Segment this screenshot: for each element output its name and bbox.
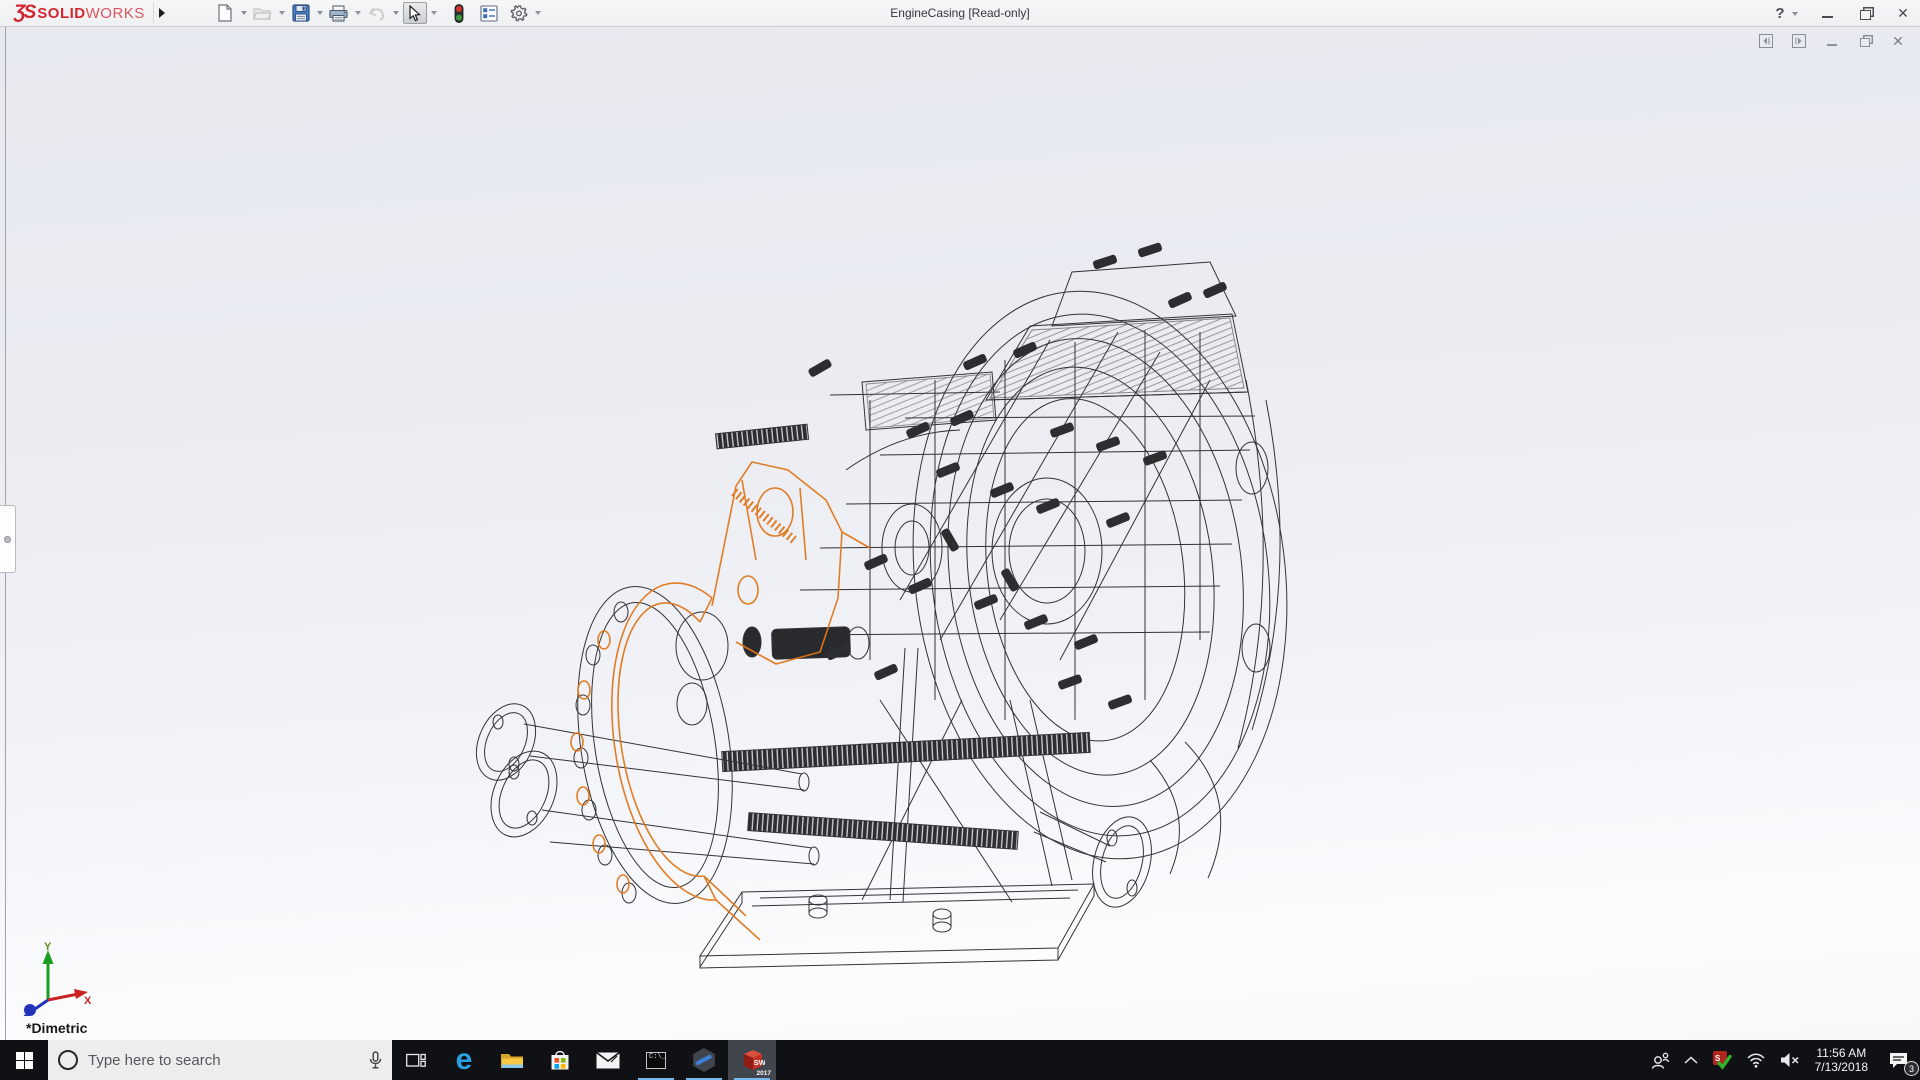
select-tool-dropdown[interactable] <box>429 2 439 24</box>
taskbar-hexagon-app-button[interactable] <box>680 1040 728 1080</box>
speaker-muted-icon <box>1780 1052 1800 1068</box>
document-restore-button[interactable] <box>1857 33 1873 49</box>
taskbar-file-explorer-button[interactable] <box>488 1040 536 1080</box>
rebuild-button[interactable] <box>447 2 471 24</box>
solidworks-logo: ƷS SOLID WORKS <box>0 0 153 27</box>
file-properties-icon <box>480 5 498 22</box>
panel-tab-dot <box>4 536 11 543</box>
document-minimize-button[interactable] <box>1824 33 1840 49</box>
hexagon-app-icon <box>692 1048 716 1072</box>
clock-time: 11:56 AM <box>1816 1046 1866 1060</box>
windows-logo-icon <box>16 1052 33 1069</box>
print-dropdown[interactable] <box>353 2 363 24</box>
wireframe-model[interactable] <box>0 27 1920 1040</box>
store-icon <box>550 1050 570 1071</box>
triad-x-label: X <box>84 995 92 1007</box>
engine-casing-wireframe <box>465 242 1318 968</box>
save-dropdown[interactable] <box>315 2 325 24</box>
open-dropdown[interactable] <box>277 2 287 24</box>
app-window-controls: ? ✕ <box>1771 0 1912 27</box>
action-center-button[interactable]: 3 <box>1876 1040 1920 1080</box>
taskbar-store-button[interactable] <box>536 1040 584 1080</box>
task-view-button[interactable] <box>392 1040 440 1080</box>
options-dropdown[interactable] <box>533 2 543 24</box>
help-dropdown[interactable] <box>1792 12 1798 16</box>
undo-dropdown[interactable] <box>391 2 401 24</box>
orientation-triad: Y X <box>14 940 94 1016</box>
rebuild-traffic-light-icon <box>454 4 464 23</box>
solidworks-tray-button[interactable]: S <box>1705 1040 1739 1080</box>
open-button[interactable] <box>251 2 275 24</box>
taskbar-search[interactable] <box>48 1040 392 1080</box>
new-document-button[interactable] <box>213 2 237 24</box>
edge-icon: e <box>456 1046 473 1074</box>
graphics-viewport[interactable]: ✕ Y X *Dimetric <box>0 27 1920 1040</box>
undo-button[interactable] <box>365 2 389 24</box>
help-button[interactable]: ? <box>1771 5 1789 23</box>
triad-y-label: Y <box>44 941 52 953</box>
people-icon <box>1651 1052 1670 1069</box>
volume-button[interactable] <box>1773 1040 1807 1080</box>
app-minimize-button[interactable] <box>1818 5 1836 23</box>
feature-panel-collapse-tab[interactable] <box>0 505 16 573</box>
command-prompt-icon: C:\_ <box>646 1052 666 1069</box>
microphone-icon[interactable] <box>369 1051 382 1069</box>
next-pane-button[interactable] <box>1791 33 1807 49</box>
new-document-dropdown[interactable] <box>239 2 249 24</box>
file-properties-button[interactable] <box>477 2 501 24</box>
people-button[interactable] <box>1644 1040 1677 1080</box>
solidworks-logo-mark: ƷS <box>14 2 34 24</box>
selected-component-highlight[interactable] <box>571 462 870 940</box>
svg-text:SW: SW <box>754 1058 765 1067</box>
taskbar-mail-button[interactable] <box>584 1040 632 1080</box>
select-cursor-icon <box>408 5 421 22</box>
solidworks-year-label: 2017 <box>757 1070 771 1077</box>
quick-access-toolbar <box>213 2 543 24</box>
taskbar-clock[interactable]: 11:56 AM 7/13/2018 <box>1807 1040 1876 1080</box>
undo-icon <box>367 6 386 21</box>
show-hidden-icons-button[interactable] <box>1677 1040 1705 1080</box>
document-close-button[interactable]: ✕ <box>1890 33 1906 49</box>
search-input[interactable] <box>88 1052 359 1069</box>
save-button[interactable] <box>289 2 313 24</box>
notification-badge: 3 <box>1904 1061 1919 1076</box>
print-button[interactable] <box>327 2 351 24</box>
cortana-icon <box>58 1050 78 1070</box>
wifi-icon <box>1746 1052 1766 1068</box>
options-button[interactable] <box>507 2 531 24</box>
taskbar-cmd-button[interactable]: C:\_ <box>632 1040 680 1080</box>
options-gear-icon <box>510 4 528 22</box>
document-window-controls: ✕ <box>1758 33 1906 49</box>
flyout-arrow-icon <box>158 7 166 19</box>
new-document-icon <box>217 4 233 22</box>
view-orientation-label: *Dimetric <box>26 1020 87 1036</box>
file-explorer-icon <box>500 1051 524 1070</box>
mail-icon <box>596 1052 620 1069</box>
task-view-icon <box>406 1052 426 1069</box>
solidworks-tray-icon: S <box>1712 1050 1732 1070</box>
next-pane-icon <box>1792 34 1806 48</box>
prev-pane-button[interactable] <box>1758 33 1774 49</box>
system-tray: S 11:56 AM 7/13/2018 <box>1644 1040 1920 1080</box>
network-button[interactable] <box>1739 1040 1773 1080</box>
prev-pane-icon <box>1759 34 1773 48</box>
title-bar: ƷS SOLID WORKS <box>0 0 1920 27</box>
windows-taskbar: e C:\_ <box>0 1040 1920 1080</box>
chevron-up-icon <box>1684 1056 1698 1064</box>
save-icon <box>292 4 310 22</box>
taskbar-solidworks-button[interactable]: SW 2017 <box>728 1040 776 1080</box>
clock-date: 7/13/2018 <box>1815 1060 1868 1074</box>
open-icon <box>253 5 272 21</box>
taskbar-edge-button[interactable]: e <box>440 1040 488 1080</box>
start-button[interactable] <box>0 1040 48 1080</box>
app-restore-button[interactable] <box>1856 5 1874 23</box>
menu-flyout-arrow[interactable] <box>153 2 171 24</box>
solidworks-window: ƷS SOLID WORKS <box>0 0 1920 1080</box>
app-close-button[interactable]: ✕ <box>1894 5 1912 23</box>
print-icon <box>329 5 348 22</box>
select-tool-button[interactable] <box>403 2 427 24</box>
